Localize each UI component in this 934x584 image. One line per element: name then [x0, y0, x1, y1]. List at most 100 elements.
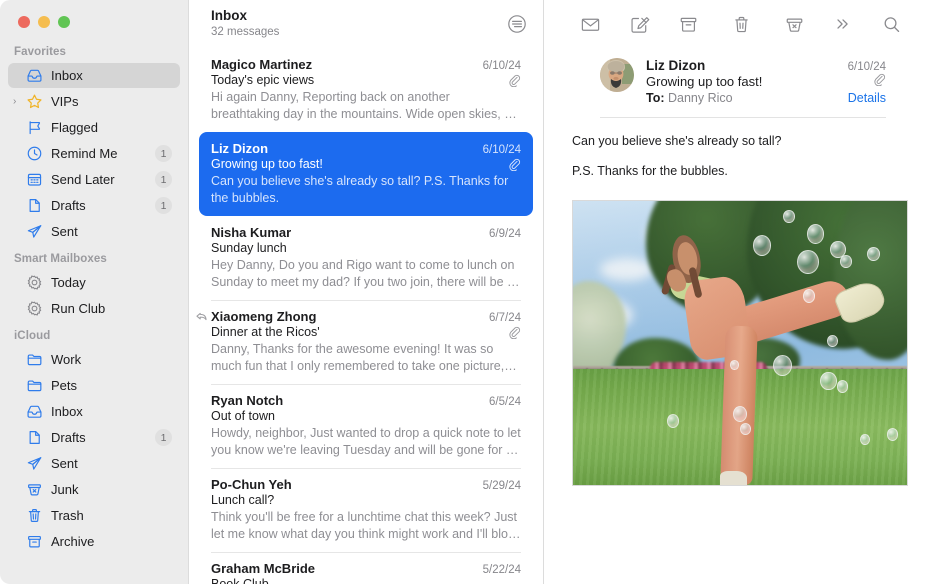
sidebar-item-drafts[interactable]: Drafts1 [8, 425, 180, 450]
sidebar-item-label: Today [51, 275, 180, 290]
unread-badge: 1 [155, 171, 172, 188]
message-list-item[interactable]: Po-Chun Yeh 5/29/24 Lunch call? Think you'l… [199, 468, 533, 552]
compose-icon[interactable] [615, 14, 664, 35]
calendar-icon [26, 171, 43, 188]
bubble [820, 372, 837, 391]
zoom-button[interactable] [58, 16, 70, 28]
sidebar-item-drafts[interactable]: Drafts1 [8, 193, 180, 218]
message-subject: Lunch call? [211, 493, 274, 507]
sidebar-item-send-later[interactable]: Send Later1 [8, 167, 180, 192]
bubble [773, 355, 792, 376]
chevron-right-icon[interactable]: › [13, 97, 16, 107]
search-icon[interactable] [867, 14, 916, 35]
message-list[interactable]: Magico Martinez6/10/24Today's epic views… [189, 48, 543, 584]
sidebar-item-pets[interactable]: Pets [8, 373, 180, 398]
sidebar-item-archive[interactable]: Archive [8, 529, 180, 554]
paper-plane-icon [26, 455, 43, 472]
message-count: 32 messages [211, 25, 279, 40]
body-paragraph: P.S. Thanks for the bubbles. [572, 162, 906, 180]
sidebar-item-junk[interactable]: Junk [8, 477, 180, 502]
sidebar-item-run-club[interactable]: Run Club [8, 296, 180, 321]
unread-badge: 1 [155, 429, 172, 446]
bubble [837, 380, 848, 392]
paperclip-icon [508, 74, 521, 87]
avatar [600, 58, 634, 92]
bubble [827, 335, 838, 347]
filter-icon[interactable] [507, 14, 527, 34]
sidebar-item-label: Flagged [51, 120, 180, 135]
sidebar-item-sent[interactable]: Sent [8, 219, 180, 244]
message-date: 5/22/24 [475, 564, 521, 576]
more-chevrons-icon[interactable] [819, 14, 867, 34]
message-subject: Book Club [211, 577, 269, 584]
sidebar-item-label: Inbox [51, 404, 180, 419]
bubble [807, 224, 824, 244]
message-subject: Sunday lunch [211, 241, 287, 255]
message-date: 6/7/24 [481, 312, 521, 324]
sidebar-item-label: Sent [51, 224, 180, 239]
sidebar-item-sent[interactable]: Sent [8, 451, 180, 476]
sidebar-item-work[interactable]: Work [8, 347, 180, 372]
standing-shoe [720, 471, 747, 486]
message-list-item[interactable]: Liz Dizon6/10/24Growing up too fast!Can … [199, 132, 533, 216]
sidebar-item-label: Sent [51, 456, 180, 471]
sidebar-item-vips[interactable]: › VIPs [8, 89, 180, 114]
unread-badge: 1 [155, 145, 172, 162]
sidebar-section-header: iCloud [0, 322, 188, 347]
sidebar-item-remind-me[interactable]: Remind Me1 [8, 141, 180, 166]
message-preview: Think you'll be free for a lunchtime cha… [211, 509, 521, 542]
message-date: 6/5/24 [481, 396, 521, 408]
sidebar-item-label: Pets [51, 378, 180, 393]
message-date: 6/10/24 [475, 60, 521, 72]
close-button[interactable] [18, 16, 30, 28]
mark-unread-icon[interactable] [566, 14, 615, 35]
message-list-item[interactable]: Nisha Kumar6/9/24Sunday lunchHey Danny, … [199, 216, 533, 300]
star-icon [26, 93, 43, 110]
bubble [840, 255, 851, 267]
junk-icon[interactable] [770, 14, 819, 35]
message-list-item[interactable]: Ryan Notch6/5/24Out of townHowdy, neighb… [199, 384, 533, 468]
message-preview: Danny, Thanks for the awesome evening! I… [211, 341, 521, 374]
sidebar-item-label: Remind Me [51, 146, 155, 161]
sidebar-item-flagged[interactable]: Flagged [8, 115, 180, 140]
message-subject: Out of town [211, 409, 275, 423]
trash-icon[interactable] [717, 14, 766, 35]
reading-toolbar [544, 0, 934, 48]
message-header: Liz Dizon 6/10/24 Growing up too fast! [600, 48, 886, 118]
details-link[interactable]: Details [848, 91, 886, 105]
sidebar-item-inbox[interactable]: Inbox [8, 399, 180, 424]
message-list-item[interactable]: Graham McBride5/22/24Book ClubAre you fr… [199, 552, 533, 584]
sidebar-item-label: Drafts [51, 198, 155, 213]
message-date: 6/10/24 [848, 61, 886, 73]
message-list-item[interactable]: Xiaomeng Zhong6/7/24Dinner at the Ricos'… [199, 300, 533, 384]
sidebar-item-label: VIPs [51, 94, 180, 109]
sidebar: FavoritesInbox›VIPsFlaggedRemind Me1Send… [0, 0, 188, 584]
archive-icon[interactable] [664, 14, 713, 35]
message-subject: Dinner at the Ricos' [211, 325, 320, 339]
message-date: 5/29/24 [475, 480, 521, 492]
inbox-icon [26, 67, 43, 84]
message-body: Can you believe she's already so tall? P… [544, 118, 934, 200]
sidebar-section-header: Smart Mailboxes [0, 245, 188, 270]
sender-name: Liz Dizon [646, 58, 705, 73]
window-controls [0, 0, 188, 38]
message-date: 6/9/24 [481, 228, 521, 240]
sidebar-item-today[interactable]: Today [8, 270, 180, 295]
minimize-button[interactable] [38, 16, 50, 28]
replied-icon [195, 310, 208, 328]
recipient-row: To: Danny Rico [646, 91, 733, 105]
folder-icon [26, 351, 43, 368]
document-icon [26, 429, 43, 446]
message-preview: Hi again Danny, Reporting back on anothe… [211, 89, 521, 122]
photo-attachment[interactable] [572, 200, 908, 486]
sidebar-item-trash[interactable]: Trash [8, 503, 180, 528]
message-list-item[interactable]: Magico Martinez6/10/24Today's epic views… [199, 48, 533, 132]
sidebar-item-label: Work [51, 352, 180, 367]
message-sender: Po-Chun Yeh [211, 477, 292, 492]
message-date: 6/10/24 [475, 144, 521, 156]
archive-icon [26, 533, 43, 550]
message-sender: Nisha Kumar [211, 225, 291, 240]
unread-badge: 1 [155, 197, 172, 214]
sidebar-item-inbox[interactable]: Inbox [8, 63, 180, 88]
message-subject: Growing up too fast! [211, 157, 323, 171]
